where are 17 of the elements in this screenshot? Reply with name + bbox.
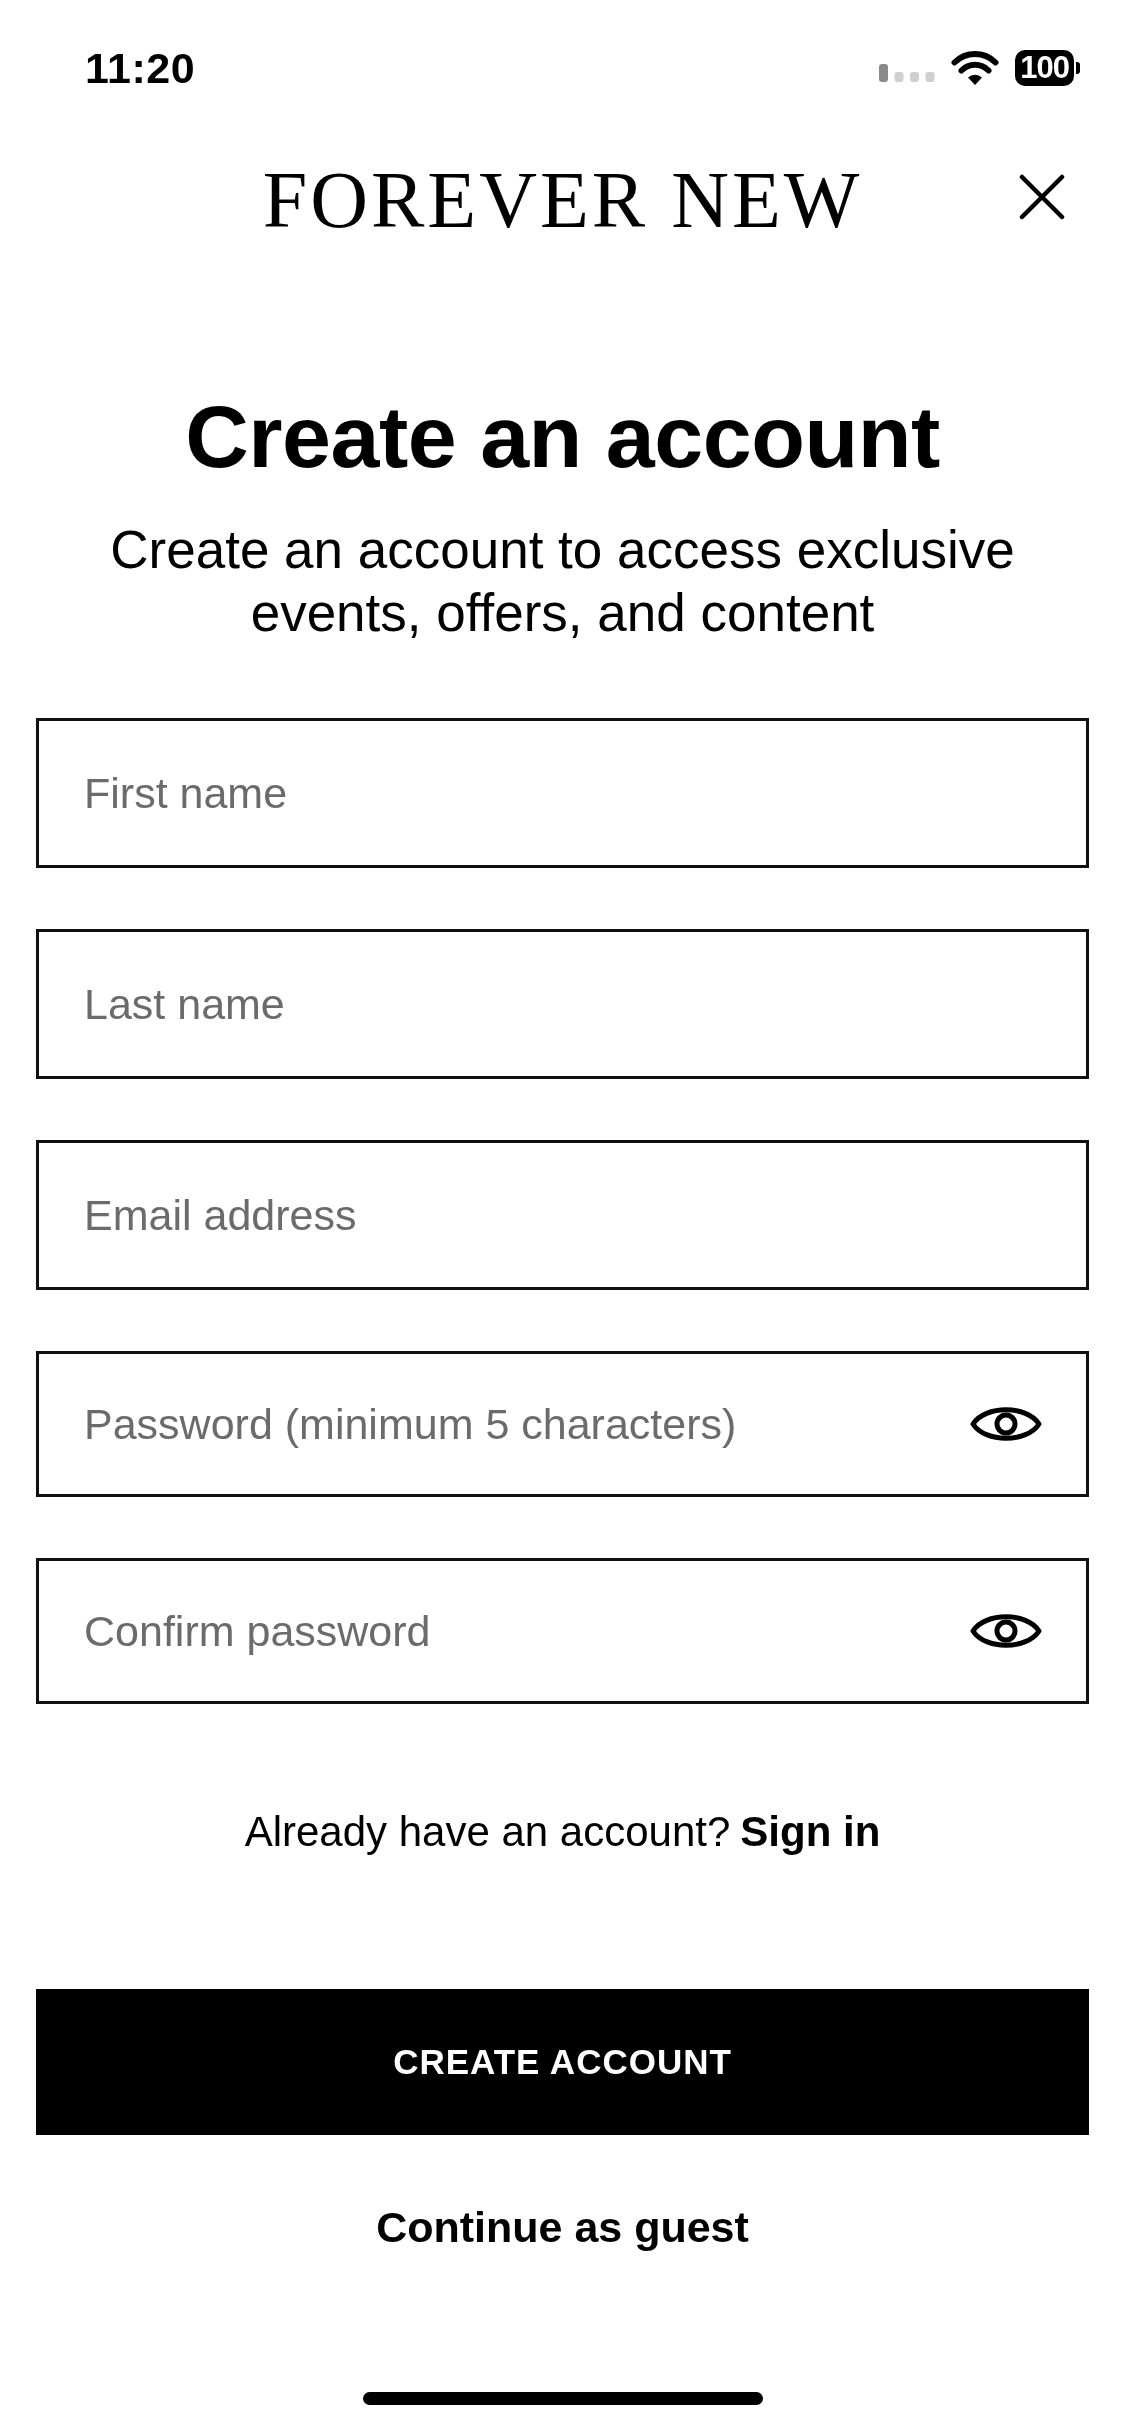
signal-icon bbox=[879, 62, 936, 82]
input-field[interactable]: Last name bbox=[36, 929, 1089, 1079]
signin-prompt: Already have an account? bbox=[244, 1807, 731, 1857]
input-field[interactable]: Email address bbox=[36, 1140, 1089, 1290]
password-field[interactable]: Password (minimum 5 characters) bbox=[36, 1351, 1089, 1497]
battery-indicator: 100 bbox=[1015, 50, 1080, 86]
page-subtitle: Create an account to access exclusive events, offers, and content bbox=[109, 519, 1016, 644]
brand-logo: FOREVER NEW bbox=[262, 155, 863, 240]
close-icon[interactable] bbox=[1019, 174, 1065, 220]
signin-link[interactable]: Sign in bbox=[740, 1806, 881, 1858]
status-time: 11:20 bbox=[85, 43, 196, 93]
input-field[interactable]: First name bbox=[36, 718, 1089, 868]
page-title: Create an account bbox=[185, 386, 940, 487]
create-account-button[interactable]: CREATE ACCOUNT bbox=[36, 1989, 1089, 2135]
wifi-icon bbox=[951, 51, 1000, 85]
password-field[interactable]: Confirm password bbox=[36, 1558, 1089, 1704]
guest-link[interactable]: Continue as guest bbox=[372, 2199, 753, 2255]
